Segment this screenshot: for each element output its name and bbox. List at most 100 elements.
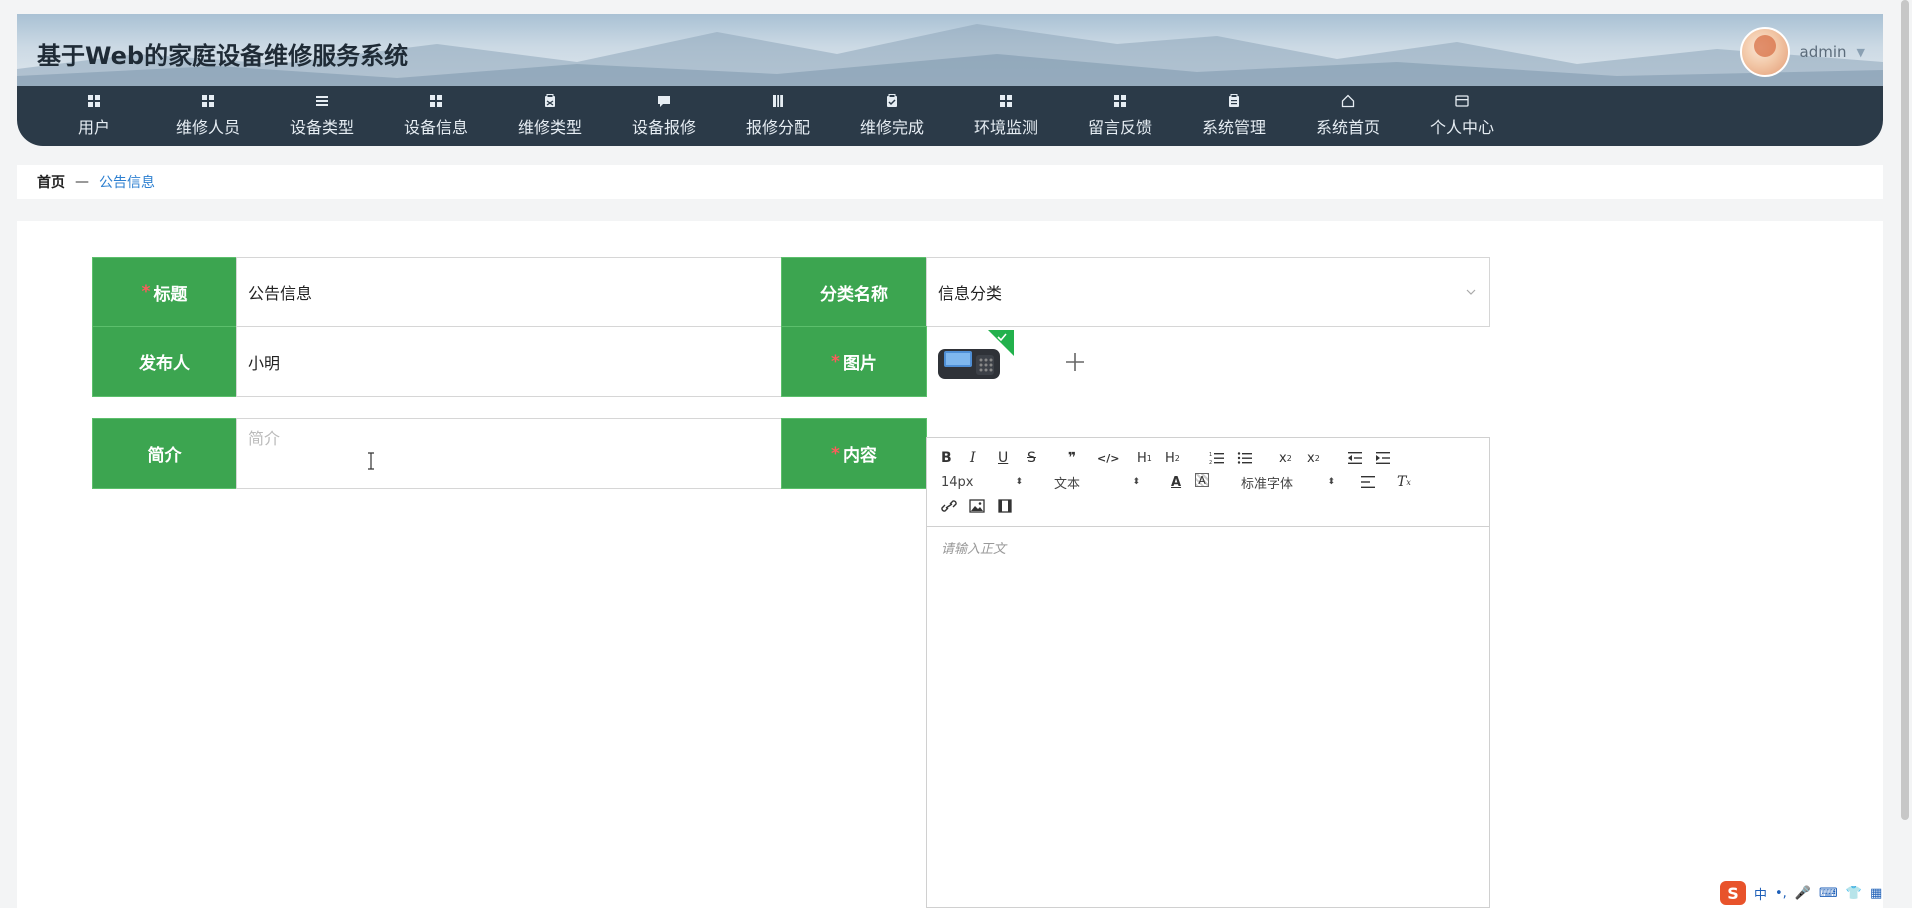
content-label: * 内容 [781, 418, 927, 489]
nav-label: 用户 [77, 118, 110, 137]
bold-icon[interactable]: B [941, 449, 952, 467]
underline-icon[interactable]: U [998, 449, 1008, 467]
clear-format-icon[interactable]: Tx [1397, 473, 1411, 491]
heading-1-icon[interactable]: H1 [1137, 449, 1152, 467]
nav-item-device-info[interactable]: 设备信息 [379, 86, 493, 146]
user-menu[interactable]: admin ▼ [1739, 26, 1865, 78]
apps-icon[interactable]: ▦ [1870, 886, 1882, 901]
strikethrough-icon[interactable]: S [1027, 449, 1036, 467]
image-label: * 图片 [781, 326, 927, 397]
nav-label: 报修分配 [745, 118, 810, 137]
nav-label: 设备类型 [289, 118, 354, 137]
nav-label: 设备信息 [403, 118, 468, 137]
clipboard-check-icon [887, 94, 897, 107]
microphone-icon[interactable]: 🎤 [1795, 886, 1811, 901]
heading-2-icon[interactable]: H2 [1165, 449, 1180, 467]
nav-item-device-repair[interactable]: 设备报修 [607, 86, 721, 146]
nav-item-repair-staff[interactable]: 维修人员 [151, 86, 265, 146]
required-mark: * [141, 282, 151, 302]
add-image-icon[interactable] [1064, 351, 1086, 373]
home-icon [1341, 94, 1355, 108]
title-label: * 标题 [92, 257, 237, 327]
ime-mode[interactable]: 中 [1754, 884, 1767, 903]
breadcrumb-separator: — [75, 174, 89, 190]
breadcrumb-current: 公告信息 [99, 175, 155, 191]
publisher-label: 发布人 [92, 326, 237, 397]
category-select[interactable]: 信息分类 [926, 257, 1490, 327]
ime-punct[interactable]: •, [1775, 886, 1787, 901]
nav-label: 维修完成 [859, 118, 924, 137]
book-icon [773, 95, 783, 107]
font-color-icon[interactable]: A [1171, 473, 1181, 491]
nav-item-home[interactable]: 系统首页 [1291, 86, 1405, 146]
updown-icon: ⬍ [1015, 477, 1023, 487]
intro-textarea[interactable]: 简介 [236, 418, 800, 489]
nav-item-device-type[interactable]: 设备类型 [265, 86, 379, 146]
rich-text-editor[interactable]: B I U S ❞ </> H1 H2 12 x2 x2 14px ⬍ 文本 ⬍ A… [926, 437, 1490, 908]
align-icon[interactable] [1360, 475, 1376, 489]
publisher-input-value: 小明 [248, 353, 281, 373]
nav-label: 设备报修 [631, 118, 696, 137]
code-block-icon[interactable]: </> [1097, 449, 1119, 467]
chat-icon [658, 96, 670, 107]
bullet-list-icon[interactable] [1237, 451, 1253, 465]
category-select-value: 信息分类 [938, 284, 1003, 303]
grid-icon [88, 95, 100, 107]
breadcrumb-home[interactable]: 首页 [37, 172, 65, 192]
intro-label: 简介 [92, 418, 237, 489]
video-icon[interactable] [997, 499, 1013, 513]
text-style-select[interactable]: 文本 ⬍ [1054, 473, 1140, 492]
editor-placeholder: 请输入正文 [941, 542, 1007, 557]
clipboard-icon [1229, 94, 1239, 107]
font-size-select[interactable]: 14px ⬍ [941, 473, 1023, 491]
chevron-down-icon[interactable]: ▼ [1857, 46, 1865, 59]
font-family-select[interactable]: 标准字体 ⬍ [1241, 473, 1335, 492]
text-cursor-icon [368, 452, 374, 470]
svg-text:2: 2 [1209, 460, 1212, 465]
header: 基于Web的家庭设备维修服务系统 admin ▼ 用户 维修人员 设备类型 设备… [17, 14, 1883, 146]
updown-icon: ⬍ [1327, 477, 1335, 487]
nav-item-feedback[interactable]: 留言反馈 [1063, 86, 1177, 146]
pos-terminal-image [938, 330, 1014, 379]
grid-icon [430, 95, 442, 107]
publisher-input[interactable]: 小明 [236, 326, 800, 397]
intro-placeholder: 简介 [248, 429, 281, 448]
grid-icon [1114, 95, 1126, 107]
outdent-icon[interactable] [1347, 451, 1363, 465]
keyboard-icon[interactable]: ⌨ [1819, 886, 1838, 901]
clipboard-icon [545, 94, 555, 107]
breadcrumb: 首页 — 公告信息 [17, 165, 1883, 199]
title-input-value: 公告信息 [248, 284, 313, 303]
blockquote-icon[interactable]: ❞ [1068, 449, 1076, 467]
form-panel: * 标题 公告信息 分类名称 信息分类 发布人 小明 * 图片 简介 简介 * … [17, 221, 1883, 908]
nav-label: 留言反馈 [1087, 118, 1152, 137]
subscript-icon[interactable]: x2 [1279, 449, 1292, 467]
uploaded-image-thumbnail[interactable] [934, 329, 1014, 387]
user-name[interactable]: admin [1800, 43, 1847, 61]
nav-item-repair-complete[interactable]: 维修完成 [835, 86, 949, 146]
editor-toolbar: B I U S ❞ </> H1 H2 12 x2 x2 14px ⬍ 文本 ⬍ A… [927, 438, 1489, 527]
italic-icon[interactable]: I [970, 449, 976, 467]
link-icon[interactable] [941, 499, 957, 513]
image-icon[interactable] [969, 499, 985, 513]
indent-icon[interactable] [1375, 451, 1391, 465]
title-input[interactable]: 公告信息 [236, 257, 800, 327]
nav-item-env-monitor[interactable]: 环境监测 [949, 86, 1063, 146]
background-color-icon[interactable]: A [1195, 473, 1209, 487]
avatar[interactable] [1739, 27, 1790, 77]
nav-item-users[interactable]: 用户 [37, 86, 151, 146]
site-title: 基于Web的家庭设备维修服务系统 [37, 42, 409, 70]
ordered-list-icon[interactable]: 12 [1209, 451, 1225, 465]
nav-label: 个人中心 [1429, 118, 1494, 137]
page-scrollbar[interactable] [1901, 0, 1909, 820]
nav-item-repair-assign[interactable]: 报修分配 [721, 86, 835, 146]
card-icon [1455, 95, 1469, 107]
skin-icon[interactable]: 👕 [1846, 886, 1862, 901]
superscript-icon[interactable]: x2 [1307, 449, 1320, 467]
sogou-ime-icon[interactable]: S [1720, 881, 1746, 905]
nav-item-profile[interactable]: 个人中心 [1405, 86, 1519, 146]
updown-icon: ⬍ [1132, 477, 1140, 487]
nav-item-repair-type[interactable]: 维修类型 [493, 86, 607, 146]
nav-item-system-admin[interactable]: 系统管理 [1177, 86, 1291, 146]
header-banner: 基于Web的家庭设备维修服务系统 admin ▼ [17, 14, 1883, 86]
